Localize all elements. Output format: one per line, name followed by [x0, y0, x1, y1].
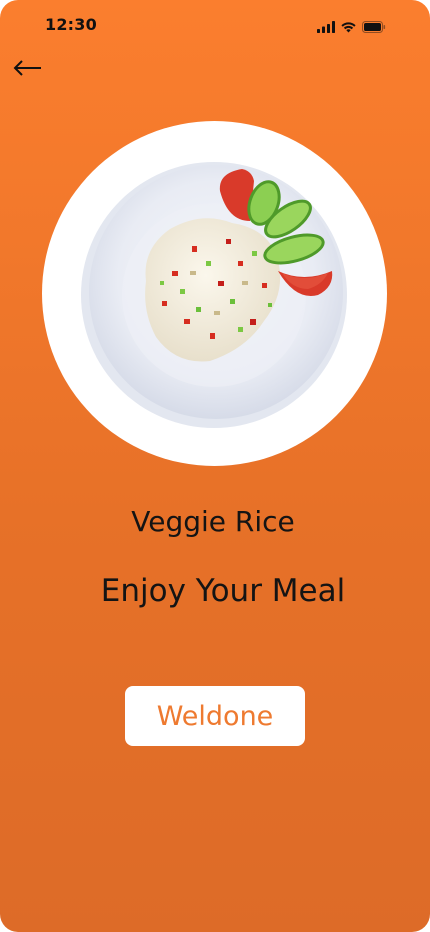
wifi-icon	[340, 18, 357, 37]
enjoy-meal-text: Enjoy Your Meal	[100, 573, 346, 609]
dish-title: Veggie Rice	[131, 505, 295, 538]
arrow-left-icon	[12, 60, 44, 86]
battery-icon	[362, 18, 386, 37]
food-image	[81, 162, 347, 428]
phone-screen: 12:30 Veggie Rice Enjoy Your Meal Weldon…	[0, 0, 430, 932]
status-bar: 12:30	[0, 0, 430, 50]
status-icons	[317, 18, 386, 37]
signal-icon	[317, 18, 335, 37]
weldone-button[interactable]: Weldone	[125, 686, 305, 746]
status-time: 12:30	[45, 15, 97, 34]
back-button[interactable]	[12, 54, 44, 82]
dish-image-frame	[42, 121, 387, 466]
